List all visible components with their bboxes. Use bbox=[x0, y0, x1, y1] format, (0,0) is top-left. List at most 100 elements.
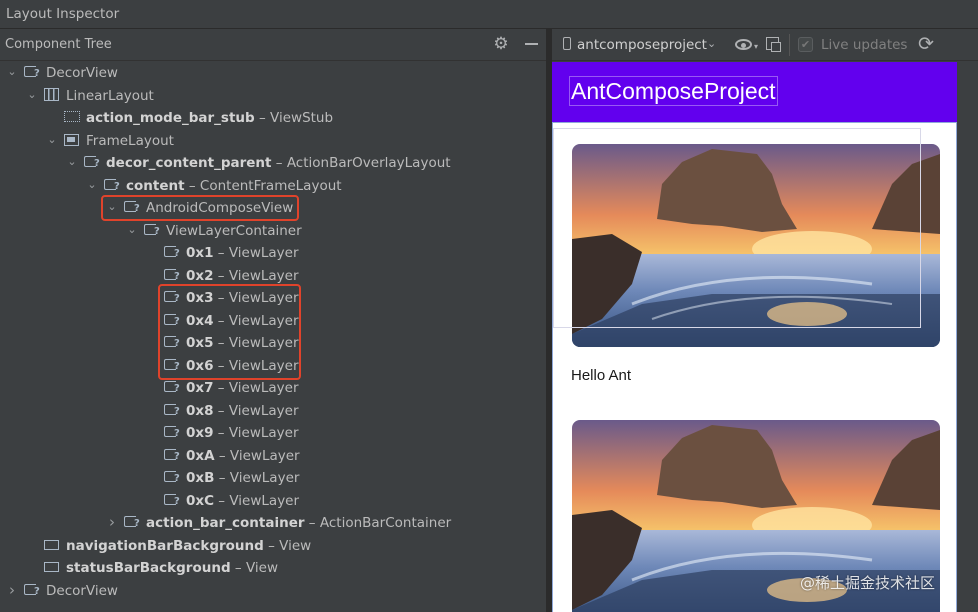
tree-node-label: action_bar_container – ActionBarContaine… bbox=[146, 515, 452, 531]
window-title-bar: Layout Inspector bbox=[0, 0, 978, 29]
chevron-down-icon[interactable]: ⌄ bbox=[126, 222, 138, 238]
item-text[interactable]: Hello Ant bbox=[571, 367, 631, 384]
chevron-right-icon[interactable]: › bbox=[106, 514, 118, 530]
tree-node-label: DecorView bbox=[46, 65, 118, 81]
tree-node-label: decor_content_parent – ActionBarOverlayL… bbox=[106, 155, 451, 171]
compose-icon bbox=[164, 268, 180, 282]
tree-node[interactable]: ⌄ DecorView bbox=[0, 62, 546, 85]
node-type: ViewLayer bbox=[228, 402, 299, 419]
tree-node-label: DecorView bbox=[46, 583, 118, 599]
app-bar[interactable]: AntComposeProject bbox=[552, 62, 957, 122]
tree-node[interactable]: ⌄ FrameLayout bbox=[0, 130, 546, 153]
frame-layout-icon bbox=[64, 133, 79, 146]
chevron-down-icon[interactable]: ⌄ bbox=[46, 132, 58, 148]
tree-node-label: 0xB – ViewLayer bbox=[186, 470, 300, 486]
node-type: ViewLayer bbox=[229, 492, 300, 509]
tree-node[interactable]: 0xA – ViewLayer bbox=[0, 445, 546, 468]
node-name: FrameLayout bbox=[86, 132, 174, 149]
gear-icon[interactable]: ⚙ bbox=[492, 35, 510, 53]
node-name: 0x9 bbox=[186, 425, 214, 441]
node-type: View bbox=[279, 537, 312, 554]
node-type: View bbox=[245, 560, 279, 576]
highlight-box bbox=[101, 194, 299, 221]
tree-node[interactable]: 0xB – ViewLayer bbox=[0, 467, 546, 490]
tree-node[interactable]: › DecorView bbox=[0, 580, 546, 603]
layer-bounds-overlay bbox=[553, 128, 921, 328]
preview-toolbar: antcomposeproject ⌄ ▾ ✔ Live updates ⟳ bbox=[552, 29, 978, 61]
device-selector[interactable]: antcomposeproject bbox=[577, 37, 707, 53]
tree-node-label: navigationBarBackground – View bbox=[66, 537, 312, 554]
tree-node-label: 0x1 – ViewLayer bbox=[186, 245, 299, 261]
tree-node[interactable]: 0x7 – ViewLayer bbox=[0, 377, 546, 400]
tree-node[interactable]: ⌄ content – ContentFrameLayout bbox=[0, 175, 546, 198]
eye-menu-chevron-icon[interactable]: ▾ bbox=[754, 42, 758, 51]
tree-node-label: FrameLayout bbox=[86, 133, 174, 149]
tree-node-label: LinearLayout bbox=[66, 88, 154, 104]
tree-node-label: 0xC – ViewLayer bbox=[186, 492, 300, 509]
compose-icon bbox=[164, 246, 180, 259]
tree-node[interactable]: › action_bar_container – ActionBarContain… bbox=[0, 512, 546, 535]
eye-icon[interactable] bbox=[735, 39, 752, 50]
tree-node-label: statusBarBackground – View bbox=[66, 560, 279, 576]
node-type: ViewLayer bbox=[228, 267, 299, 284]
compose-icon bbox=[104, 178, 120, 192]
minimize-icon[interactable] bbox=[524, 35, 540, 53]
tree-node-label: 0xA – ViewLayer bbox=[186, 447, 300, 464]
node-type: ViewStub bbox=[270, 110, 334, 126]
tree-node[interactable]: action_mode_bar_stub – ViewStub bbox=[0, 107, 546, 130]
view-stub-icon bbox=[64, 111, 80, 122]
node-name: decor_content_parent bbox=[106, 155, 272, 171]
node-name: 0xC bbox=[186, 492, 215, 509]
tree-node[interactable]: 0xC – ViewLayer bbox=[0, 490, 546, 513]
node-name: 0x7 bbox=[186, 380, 214, 396]
window-title: Layout Inspector bbox=[6, 6, 120, 22]
tree-node[interactable]: 0x8 – ViewLayer bbox=[0, 400, 546, 423]
node-type: ViewLayer bbox=[228, 380, 299, 396]
node-type: ViewLayer bbox=[228, 245, 299, 261]
node-type: ActionBarContainer bbox=[319, 515, 452, 531]
phone-icon bbox=[563, 37, 571, 50]
compose-icon bbox=[164, 493, 180, 507]
tree-node-label: action_mode_bar_stub – ViewStub bbox=[86, 110, 334, 126]
toolbar-separator bbox=[789, 34, 790, 56]
compose-content[interactable]: Hello Ant bbox=[552, 122, 957, 612]
tree-node[interactable]: statusBarBackground – View bbox=[0, 557, 546, 580]
node-name: navigationBarBackground bbox=[66, 537, 264, 554]
node-name: 0xB bbox=[186, 470, 215, 486]
tree-node-label: 0x2 – ViewLayer bbox=[186, 267, 299, 284]
chevron-down-icon[interactable]: ⌄ bbox=[26, 87, 38, 103]
compose-icon bbox=[164, 403, 180, 417]
node-type: ViewLayer bbox=[229, 447, 300, 464]
node-name: LinearLayout bbox=[66, 87, 154, 104]
node-name: DecorView bbox=[46, 582, 118, 599]
tree-node[interactable]: 0x9 – ViewLayer bbox=[0, 422, 546, 445]
live-updates-label: Live updates bbox=[821, 37, 908, 53]
node-name: 0x1 bbox=[186, 245, 214, 261]
chevron-down-icon[interactable]: ⌄ bbox=[707, 37, 716, 50]
tree-node[interactable]: ⌄ LinearLayout bbox=[0, 85, 546, 108]
tree-node[interactable]: ⌄ decor_content_parent – ActionBarOverlay… bbox=[0, 152, 546, 175]
tree-node[interactable]: navigationBarBackground – View bbox=[0, 535, 546, 558]
component-tree-header: Component Tree ⚙ bbox=[0, 29, 546, 61]
live-updates-checkbox[interactable]: ✔ bbox=[798, 37, 813, 52]
node-name: 0x8 bbox=[186, 402, 214, 419]
tree-node-label: 0x9 – ViewLayer bbox=[186, 425, 299, 441]
device-preview[interactable]: AntComposeProject Hello Ant @稀土掘金技术社区 bbox=[552, 62, 978, 612]
node-type: ActionBarOverlayLayout bbox=[286, 155, 451, 171]
node-name: action_bar_container bbox=[146, 515, 305, 531]
refresh-icon[interactable]: ⟳ bbox=[918, 34, 934, 54]
tree-node[interactable]: ⌄ ViewLayerContainer bbox=[0, 220, 546, 243]
tree-node-label: 0x7 – ViewLayer bbox=[186, 380, 299, 396]
component-tree: ⌄ DecorView ⌄ LinearLayout action_mode_bar_s… bbox=[0, 62, 546, 612]
compose-icon bbox=[24, 66, 40, 79]
node-name: content bbox=[126, 177, 185, 194]
export-icon[interactable] bbox=[766, 37, 781, 52]
chevron-down-icon[interactable]: ⌄ bbox=[86, 177, 98, 193]
compose-icon bbox=[164, 381, 180, 394]
chevron-down-icon[interactable]: ⌄ bbox=[66, 154, 78, 170]
chevron-right-icon[interactable]: › bbox=[6, 582, 18, 598]
app-bar-title[interactable]: AntComposeProject bbox=[569, 76, 778, 106]
node-name: ViewLayerContainer bbox=[166, 222, 302, 239]
chevron-down-icon[interactable]: ⌄ bbox=[6, 64, 18, 80]
tree-node[interactable]: 0x1 – ViewLayer bbox=[0, 242, 546, 265]
